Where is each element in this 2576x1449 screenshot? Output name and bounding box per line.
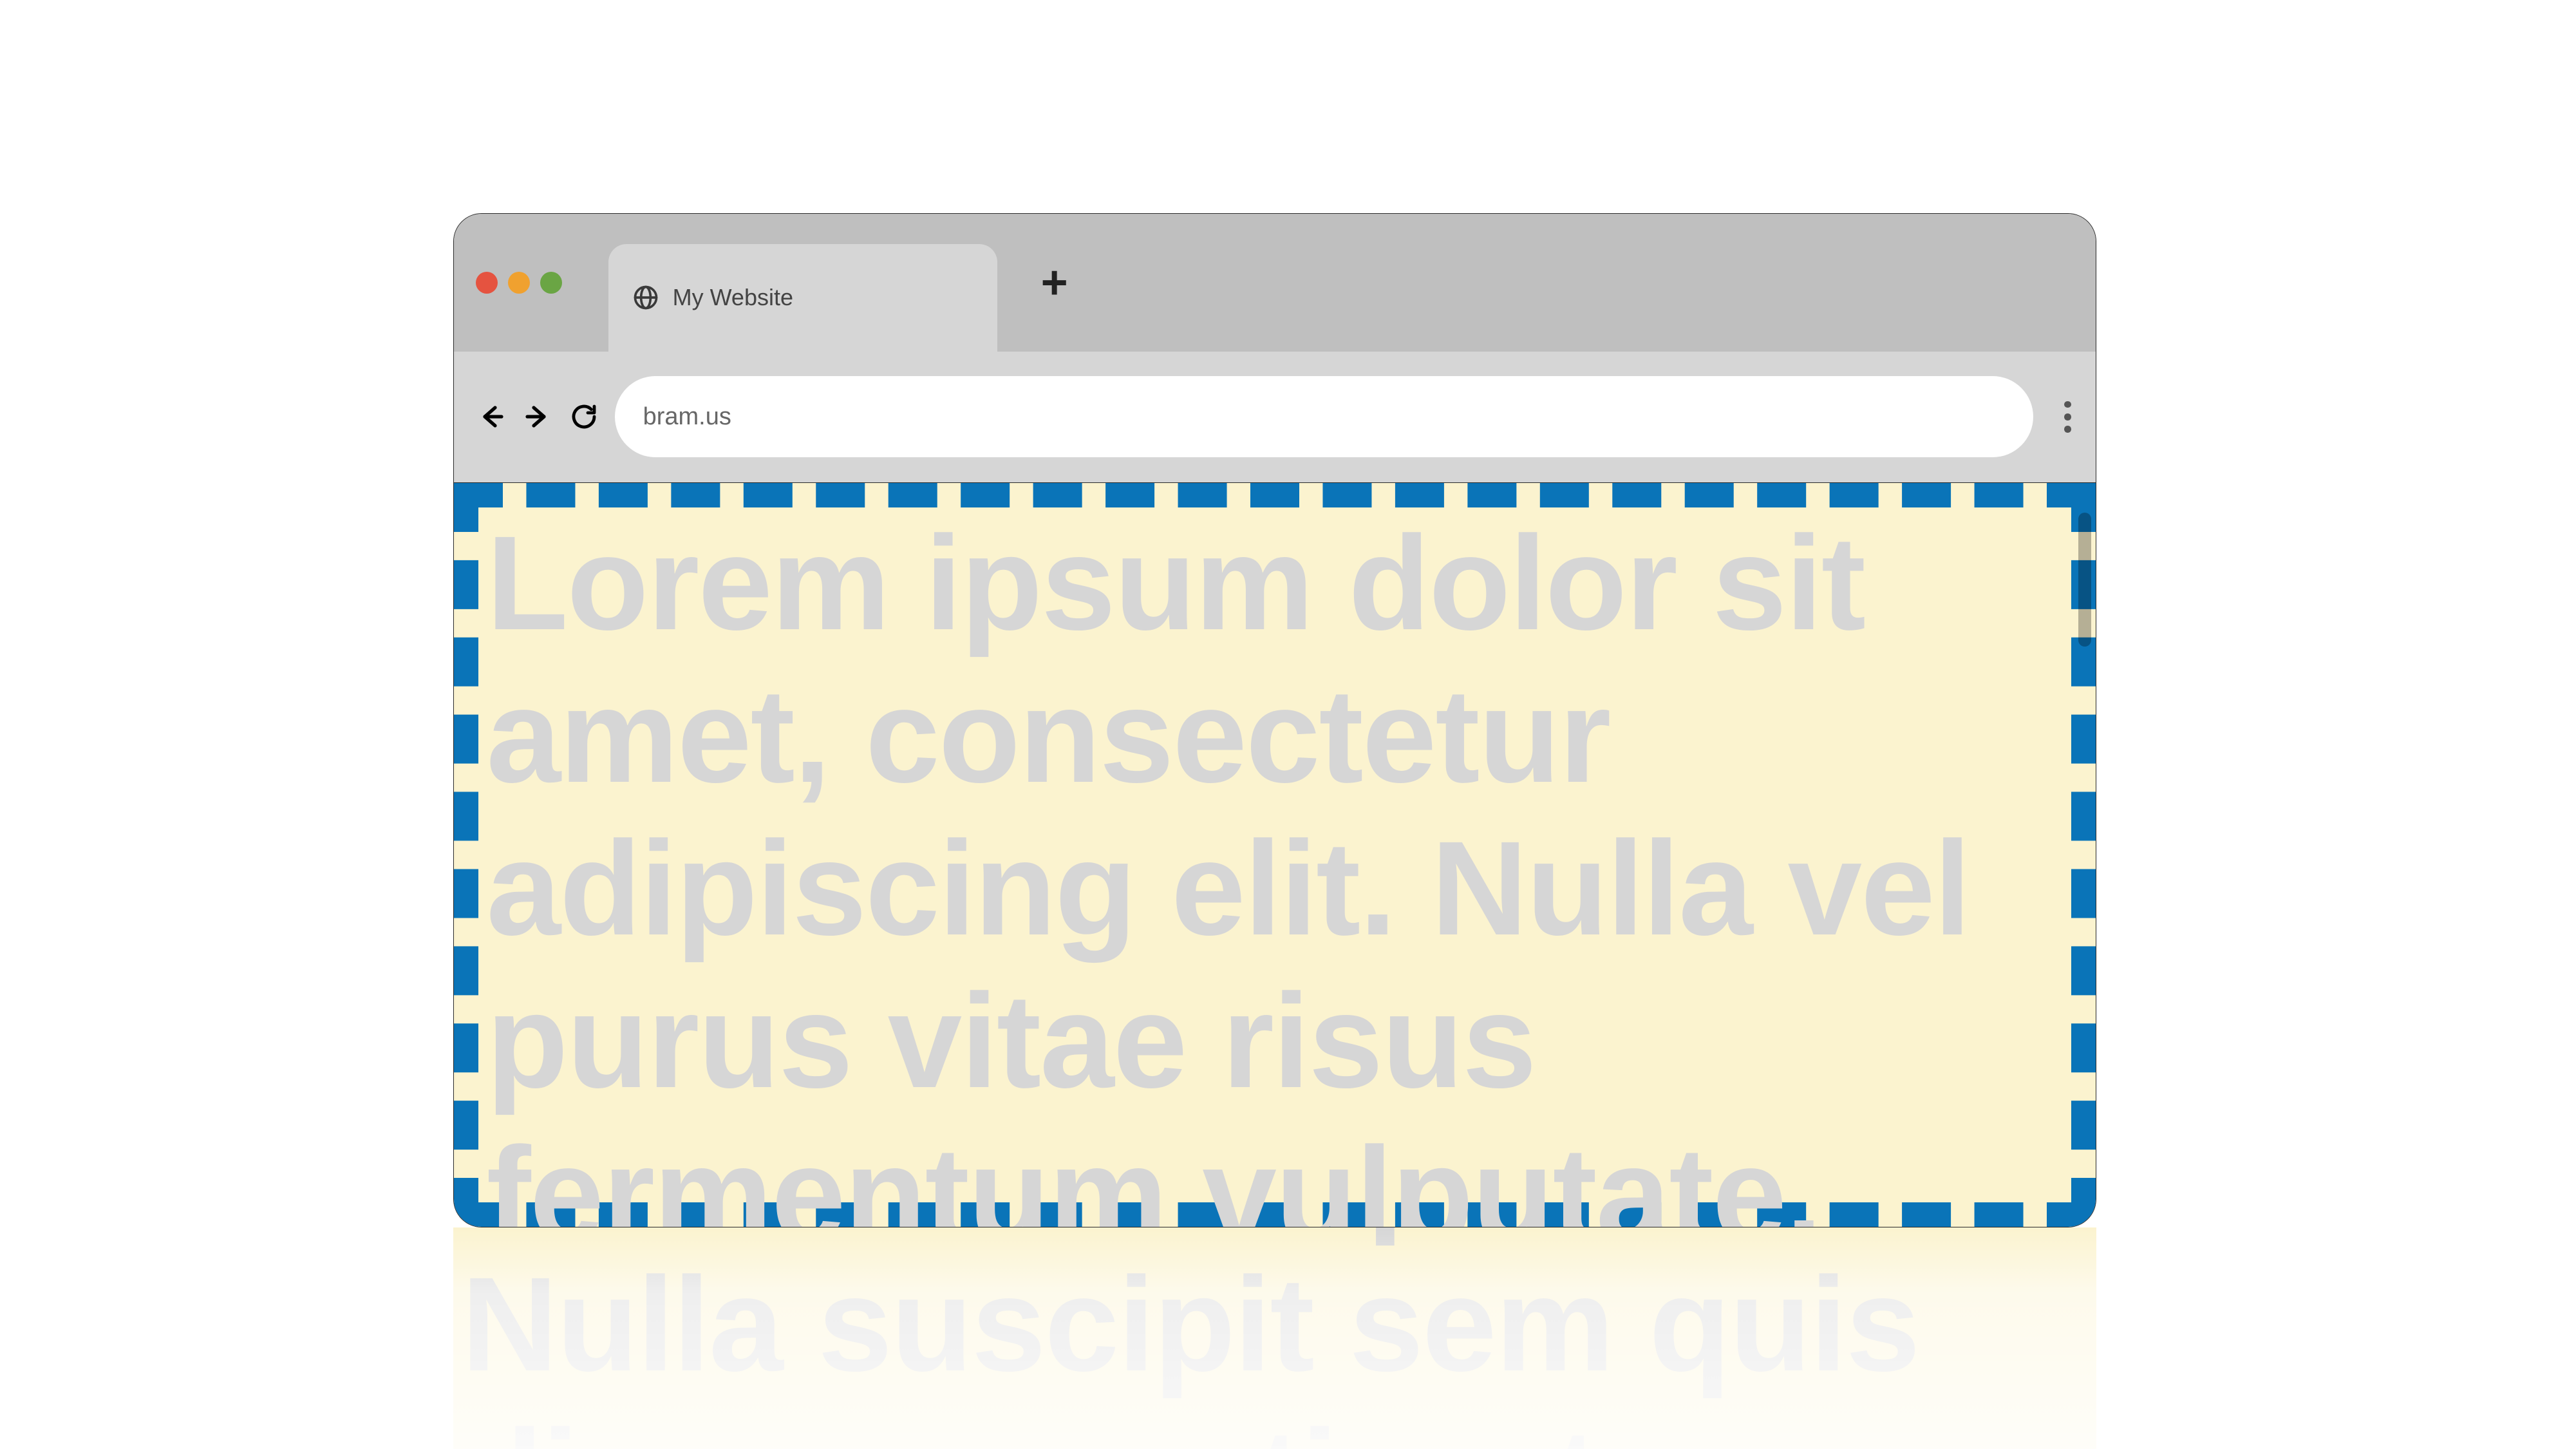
- globe-icon: [632, 283, 660, 312]
- new-tab-button[interactable]: +: [1026, 260, 1084, 306]
- forward-icon[interactable]: [522, 401, 553, 432]
- window-controls[interactable]: [476, 272, 562, 294]
- tab-title: My Website: [673, 284, 793, 311]
- close-icon[interactable]: [476, 272, 498, 294]
- page-viewport: Lorem ipsum dolor sit amet, consectetur …: [454, 483, 2096, 1227]
- page-content-box: Lorem ipsum dolor sit amet, consectetur …: [454, 483, 2096, 1227]
- content-overflow-reflection: Lorem ipsum dolor sit amet, consectetur …: [453, 1227, 2096, 1449]
- browser-window: My Website + bram.us: [453, 213, 2096, 1227]
- back-icon[interactable]: [476, 401, 507, 432]
- tab-active[interactable]: My Website: [608, 244, 997, 352]
- address-bar-text: bram.us: [643, 403, 731, 431]
- scrollbar-thumb[interactable]: [2078, 513, 2091, 647]
- reload-icon[interactable]: [569, 401, 599, 432]
- body-text-overflow: Lorem ipsum dolor sit amet, consectetur …: [461, 1227, 2089, 1449]
- body-text: Lorem ipsum dolor sit amet, consectetur …: [486, 507, 2064, 1227]
- navigation-bar: bram.us: [454, 352, 2096, 483]
- address-bar[interactable]: bram.us: [615, 376, 2034, 457]
- minimize-icon[interactable]: [508, 272, 530, 294]
- overflow-menu-icon[interactable]: [2064, 401, 2074, 433]
- tab-strip: My Website +: [454, 214, 2096, 352]
- maximize-icon[interactable]: [540, 272, 562, 294]
